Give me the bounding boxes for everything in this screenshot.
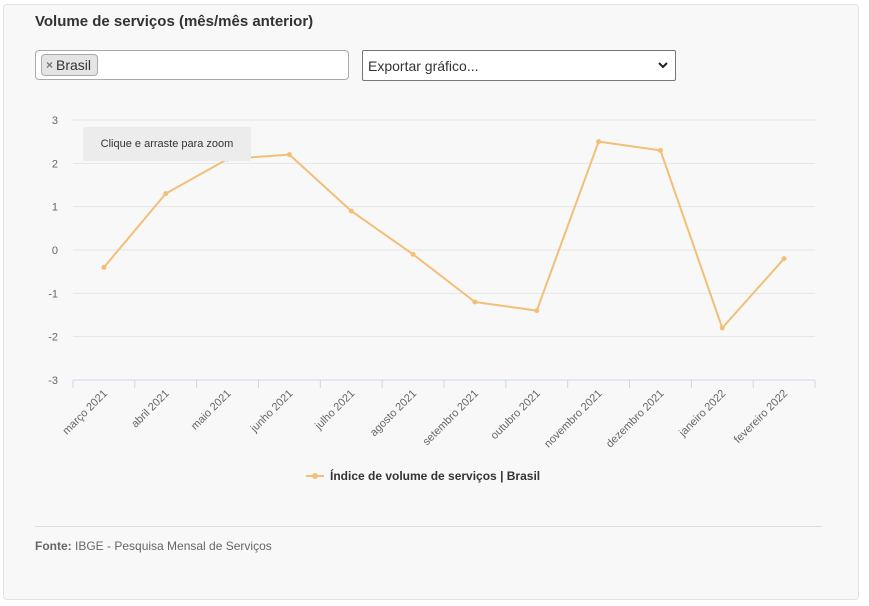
zoom-hint: Clique e arraste para zoom <box>83 127 251 161</box>
data-point <box>781 256 787 262</box>
y-tick-label: 0 <box>52 245 58 257</box>
y-tick-label: -1 <box>48 288 58 300</box>
divider <box>35 526 822 527</box>
x-tick-label: janeiro 2022 <box>676 388 728 440</box>
series-line <box>103 140 785 329</box>
y-tick-label: -2 <box>48 332 58 344</box>
x-tick-label: outubro 2021 <box>489 388 543 442</box>
source-note: Fonte: IBGE - Pesquisa Mensal de Serviço… <box>35 539 272 553</box>
x-tick-label: maio 2021 <box>189 388 234 433</box>
data-point <box>163 191 169 197</box>
x-tick-label: julho 2021 <box>312 388 357 433</box>
data-point <box>719 325 725 331</box>
legend-label: Índice de volume de serviços | Brasil <box>330 469 541 483</box>
data-point <box>101 264 107 270</box>
legend-item[interactable]: Índice de volume de serviços | Brasil <box>306 469 540 483</box>
y-tick-label: 3 <box>52 115 58 127</box>
y-tick-label: 1 <box>52 202 58 214</box>
source-text: IBGE - Pesquisa Mensal de Serviços <box>75 539 272 553</box>
x-tick-label: junho 2021 <box>248 388 296 436</box>
x-tick-label: novembro 2021 <box>542 388 605 451</box>
x-tick-label: fevereiro 2022 <box>732 388 790 446</box>
x-tick-label: setembro 2021 <box>421 388 481 448</box>
data-point <box>534 308 540 314</box>
y-tick-label: -3 <box>48 375 58 387</box>
line-chart[interactable]: 3 2 1 0 -1 -2 -3março 2021 abril 2021 maio 2021 j… <box>0 0 869 606</box>
data-point <box>410 251 416 257</box>
x-tick-label: agosto 2021 <box>368 388 419 439</box>
data-point <box>472 299 478 305</box>
data-point <box>348 208 354 214</box>
x-tick-label: março 2021 <box>60 388 110 438</box>
y-tick-label: 2 <box>52 158 58 170</box>
legend-symbol-icon <box>306 473 324 479</box>
x-tick-label: abril 2021 <box>129 388 172 431</box>
x-tick-label: dezembro 2021 <box>604 388 667 451</box>
data-point <box>657 147 663 153</box>
data-point <box>596 139 602 145</box>
source-label: Fonte: <box>35 539 72 553</box>
data-point <box>286 152 292 158</box>
